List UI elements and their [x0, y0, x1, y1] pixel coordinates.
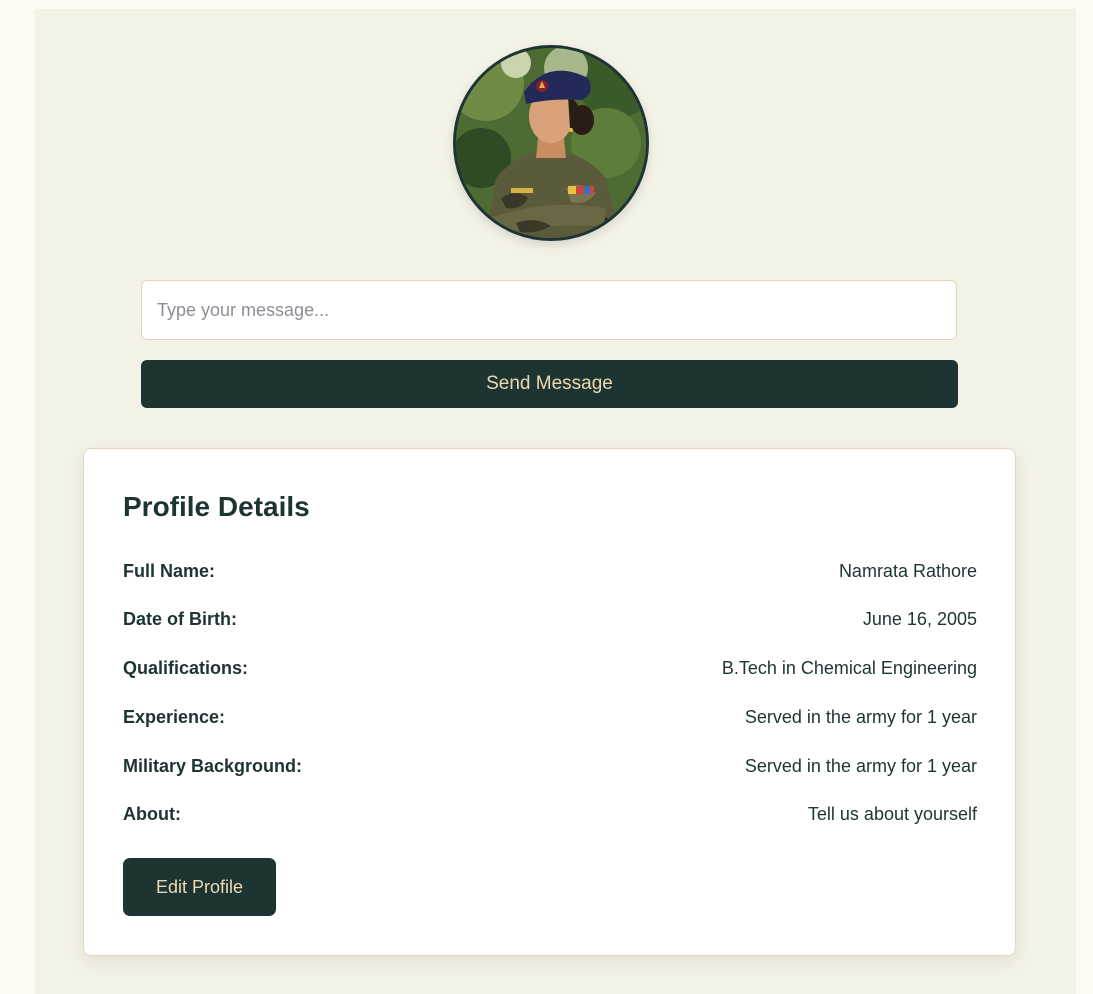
profile-page-panel: Send Message Profile Details Full Name: …	[35, 9, 1076, 994]
field-value: Served in the army for 1 year	[744, 755, 977, 776]
profile-avatar	[453, 45, 649, 241]
edit-profile-button[interactable]: Edit Profile	[123, 858, 276, 916]
field-label: Date of Birth:	[123, 608, 237, 629]
field-label: Military Background:	[123, 755, 303, 776]
message-input[interactable]	[141, 280, 957, 340]
profile-row-date-of-birth: Date of Birth: June 16, 2005	[123, 607, 977, 631]
field-value: June 16, 2005	[862, 608, 977, 629]
field-label: About:	[123, 803, 181, 824]
field-label: Full Name:	[123, 560, 216, 581]
field-label: Qualifications:	[123, 657, 249, 678]
profile-row-full-name: Full Name: Namrata Rathore	[123, 559, 977, 583]
profile-row-experience: Experience: Served in the army for 1 yea…	[123, 705, 977, 729]
profile-row-about: About: Tell us about yourself	[123, 802, 977, 826]
profile-row-qualifications: Qualifications: B.Tech in Chemical Engin…	[123, 656, 977, 680]
field-label: Experience:	[123, 706, 226, 727]
field-value: Namrata Rathore	[838, 560, 977, 581]
field-value: Tell us about yourself	[807, 803, 977, 824]
profile-details-card: Profile Details Full Name: Namrata Ratho…	[83, 448, 1016, 956]
profile-photo-icon	[456, 48, 646, 238]
profile-row-military-background: Military Background: Served in the army …	[123, 754, 977, 778]
send-message-button[interactable]: Send Message	[141, 360, 958, 408]
field-value: Served in the army for 1 year	[744, 706, 977, 727]
field-value: B.Tech in Chemical Engineering	[721, 657, 977, 678]
profile-details-title: Profile Details	[123, 491, 310, 522]
